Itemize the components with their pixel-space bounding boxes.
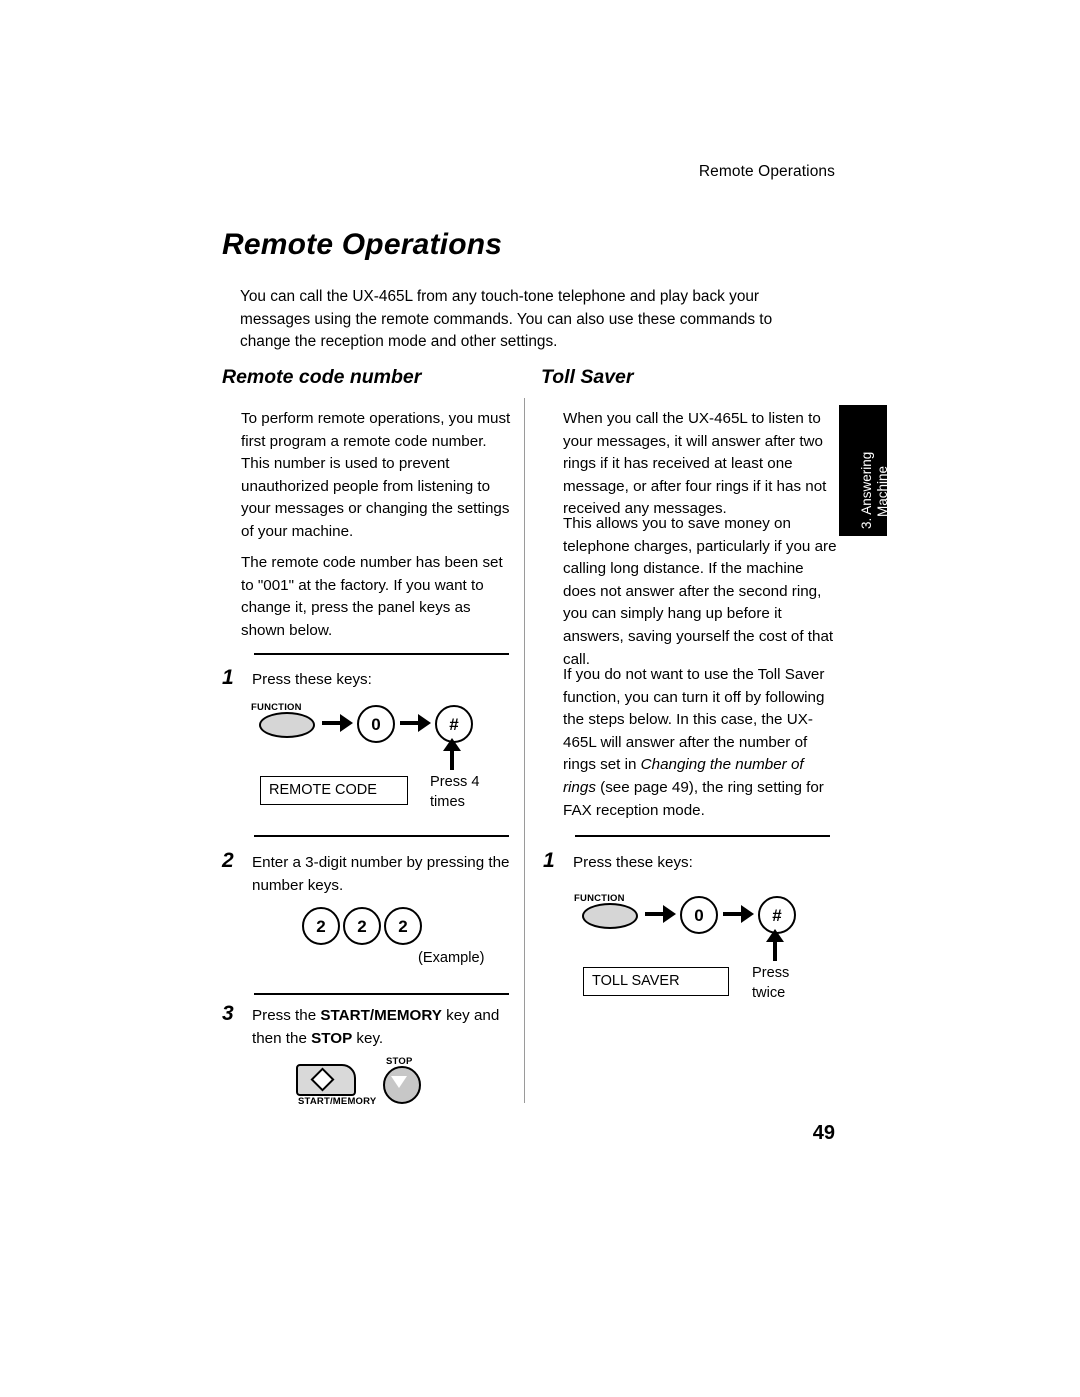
divider-rule	[254, 653, 509, 655]
function-key[interactable]	[259, 712, 315, 738]
arrow-shaft	[322, 721, 342, 725]
intro-paragraph: You can call the UX-465L from any touch-…	[240, 288, 773, 350]
start-memory-key-label: START/MEMORY	[298, 1096, 377, 1107]
function-key-label: FUNCTION	[574, 893, 625, 904]
side-tab-line1: 3. Answering	[859, 451, 874, 529]
toll-saver-step-text-1: Press these keys:	[573, 854, 693, 871]
toll-saver-display-box: TOLL SAVER	[583, 967, 729, 996]
divider-rule	[254, 993, 509, 995]
arrow-shaft	[450, 748, 454, 770]
section-heading-remote-code: Remote code number	[222, 366, 422, 388]
page-number: 49	[812, 1122, 835, 1144]
step-text-2: Enter a 3-digit number by pressing the n…	[252, 854, 510, 894]
left-paragraph-2: The remote code number has been set to "…	[241, 554, 503, 639]
remote-code-display-box: REMOTE CODE	[260, 776, 408, 805]
press-times-caption: Press 4 times	[430, 774, 480, 810]
column-divider	[524, 398, 525, 1103]
page-title: Remote Operations	[222, 228, 503, 261]
section-heading-toll-saver: Toll Saver	[541, 366, 634, 388]
stop-triangle-icon	[391, 1076, 407, 1088]
arrow-head-icon	[340, 714, 353, 732]
function-key-label: FUNCTION	[251, 702, 302, 713]
key-2-third[interactable]: 2	[384, 907, 422, 945]
key-0[interactable]: 0	[357, 705, 395, 743]
function-key[interactable]	[582, 903, 638, 929]
key-0[interactable]: 0	[680, 896, 718, 934]
step-number-1: 1	[222, 666, 234, 689]
toll-saver-step-number-1: 1	[543, 849, 555, 872]
divider-rule	[575, 835, 830, 837]
chapter-side-tab: 3. Answering Machine	[839, 405, 890, 536]
step-text-3: Press the START/MEMORY key and then the …	[252, 1007, 500, 1047]
arrow-shaft	[723, 912, 743, 916]
step-number-2: 2	[222, 849, 234, 872]
arrow-head-icon	[663, 905, 676, 923]
arrow-head-icon	[443, 738, 461, 751]
example-caption: (Example)	[418, 950, 485, 966]
key-2-second[interactable]: 2	[343, 907, 381, 945]
side-tab-line2: Machine	[875, 465, 890, 517]
right-paragraph-3: If you do not want to use the Toll Saver…	[563, 666, 825, 819]
arrow-shaft	[645, 912, 665, 916]
arrow-head-icon	[741, 905, 754, 923]
left-paragraph-1: To perform remote operations, you must f…	[241, 410, 511, 540]
document-page: Remote Operations Remote Operations You …	[0, 0, 1080, 1397]
press-twice-caption: Press twice	[752, 965, 790, 1001]
step-number-3: 3	[222, 1002, 234, 1025]
running-header: Remote Operations	[698, 163, 835, 180]
arrow-head-icon	[766, 929, 784, 942]
arrow-shaft	[773, 939, 777, 961]
right-paragraph-1: When you call the UX-465L to listen to y…	[563, 410, 827, 518]
step-text-1: Press these keys:	[252, 671, 372, 688]
key-2-first[interactable]: 2	[302, 907, 340, 945]
divider-rule	[254, 835, 509, 837]
right-paragraph-2: This allows you to save money on telepho…	[563, 515, 837, 668]
arrow-head-icon	[418, 714, 431, 732]
arrow-shaft	[400, 721, 420, 725]
